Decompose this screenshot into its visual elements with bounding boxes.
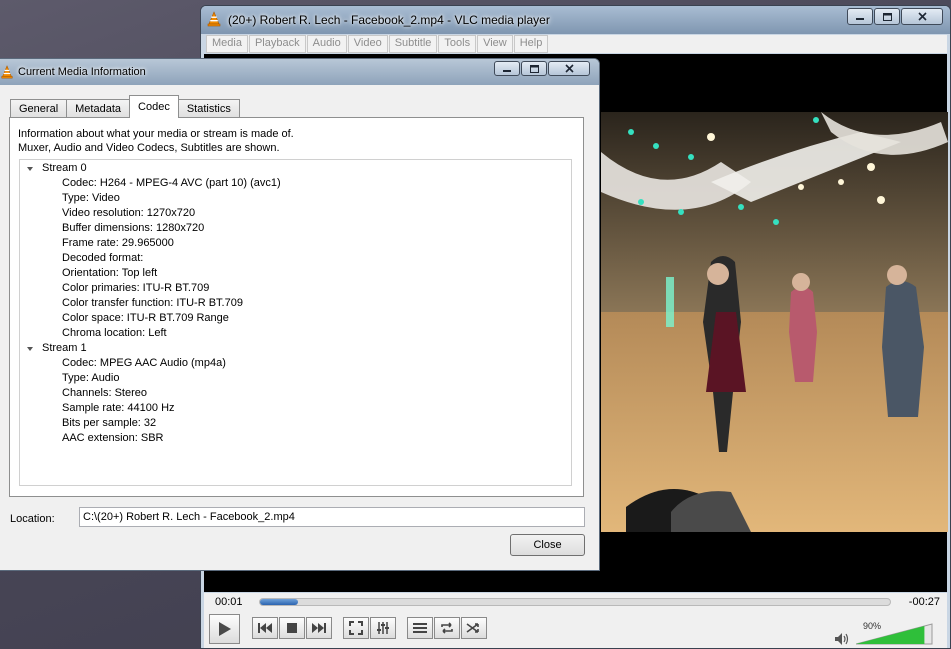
fullscreen-button[interactable] — [343, 617, 369, 639]
location-label: Location: — [10, 513, 55, 525]
expand-arrow-icon[interactable] — [26, 345, 34, 353]
vlc-cone-icon — [1, 65, 13, 79]
tab-statistics[interactable]: Statistics — [177, 99, 240, 118]
menu-media[interactable]: Media — [206, 35, 248, 53]
codec-panel: Information about what your media or str… — [9, 117, 584, 497]
stream-property: Sample rate: 44100 Hz — [62, 402, 175, 414]
stream-property: Chroma location: Left — [62, 327, 167, 339]
dialog-close-window-button[interactable] — [548, 61, 590, 76]
shuffle-icon — [466, 623, 479, 633]
stop-icon — [287, 623, 297, 633]
next-button[interactable] — [306, 617, 332, 639]
shuffle-button[interactable] — [461, 617, 487, 639]
vlc-menubar: Media Playback Audio Video Subtitle Tool… — [206, 35, 947, 53]
stream-property: Color space: ITU-R BT.709 Range — [62, 312, 229, 324]
stream-property: Bits per sample: 32 — [62, 417, 157, 429]
stream-property: Channels: Stereo — [62, 387, 147, 399]
vlc-titlebar[interactable]: (20+) Robert R. Lech - Facebook_2.mp4 - … — [201, 6, 950, 34]
minimize-icon — [503, 69, 511, 72]
close-button[interactable]: Close — [510, 534, 585, 556]
dance-hall-scene-image — [601, 112, 948, 532]
vlc-window-title: (20+) Robert R. Lech - Facebook_2.mp4 - … — [228, 13, 550, 27]
stream-property: Codec: MPEG AAC Audio (mp4a) — [62, 357, 226, 369]
menu-tools[interactable]: Tools — [438, 35, 477, 53]
skip-forward-icon — [312, 623, 326, 633]
tab-bar: General Metadata Codec Statistics — [10, 95, 240, 118]
stream-label: Stream 1 — [42, 342, 87, 354]
dialog-maximize-button[interactable] — [521, 61, 547, 76]
stream-label: Stream 0 — [42, 162, 87, 174]
dialog-body: General Metadata Codec Statistics Inform… — [0, 85, 595, 566]
menu-subtitle[interactable]: Subtitle — [388, 35, 438, 53]
volume-slider[interactable] — [856, 623, 934, 645]
tab-codec[interactable]: Codec — [129, 95, 179, 118]
menu-help[interactable]: Help — [513, 35, 549, 53]
codec-intro-line-1: Information about what your media or str… — [18, 128, 294, 140]
previous-button[interactable] — [252, 617, 278, 639]
menu-video[interactable]: Video — [347, 35, 388, 53]
stream-property: Color primaries: ITU-R BT.709 — [62, 282, 210, 294]
play-button[interactable] — [209, 614, 240, 644]
extended-settings-button[interactable] — [370, 617, 396, 639]
dialog-title: Current Media Information — [18, 66, 146, 78]
stream-property: Type: Video — [62, 192, 120, 204]
stream-property: Video resolution: 1270x720 — [62, 207, 196, 219]
stream-property: Orientation: Top left — [62, 267, 158, 279]
maximize-button[interactable] — [874, 8, 900, 25]
stream-property: Type: Audio — [62, 372, 120, 384]
loop-button[interactable] — [434, 617, 460, 639]
location-field[interactable] — [79, 507, 585, 527]
expand-arrow-icon[interactable] — [26, 165, 34, 173]
minimize-button[interactable] — [847, 8, 873, 25]
minimize-icon — [856, 17, 864, 20]
vlc-cone-icon — [207, 11, 221, 27]
codec-intro-line-2: Muxer, Audio and Video Codecs, Subtitles… — [18, 142, 280, 154]
stream-property: Decoded format: — [62, 252, 144, 264]
maximize-icon — [529, 64, 539, 73]
seek-progress-fill — [260, 599, 298, 605]
menu-audio[interactable]: Audio — [306, 35, 347, 53]
close-window-button[interactable] — [901, 8, 943, 25]
maximize-icon — [882, 12, 892, 21]
playback-controls: 00:01 -00:27 90% — [204, 593, 947, 648]
fullscreen-icon — [349, 621, 363, 635]
menu-playback[interactable]: Playback — [248, 35, 306, 53]
seek-slider[interactable] — [259, 598, 891, 606]
stop-button[interactable] — [279, 617, 305, 639]
dialog-titlebar[interactable]: Current Media Information — [0, 59, 599, 85]
play-icon — [218, 622, 231, 636]
speaker-icon[interactable] — [835, 633, 849, 645]
tab-metadata[interactable]: Metadata — [66, 99, 131, 118]
codec-tree[interactable]: Stream 0 Codec: H264 - MPEG-4 AVC (part 1… — [19, 159, 572, 486]
equalizer-sliders-icon — [377, 622, 389, 634]
tab-general[interactable]: General — [10, 99, 68, 118]
time-elapsed: 00:01 — [215, 596, 243, 608]
skip-back-icon — [258, 623, 272, 633]
close-icon — [564, 64, 574, 73]
playlist-button[interactable] — [407, 617, 433, 639]
time-remaining[interactable]: -00:27 — [909, 596, 940, 608]
stream-property: Color transfer function: ITU-R BT.709 — [62, 297, 243, 309]
video-frame — [601, 112, 948, 532]
playlist-icon — [413, 623, 427, 633]
close-icon — [917, 12, 927, 21]
loop-icon — [441, 622, 453, 634]
menu-view[interactable]: View — [477, 35, 513, 53]
stream-property: Codec: H264 - MPEG-4 AVC (part 10) (avc1… — [62, 177, 281, 189]
stream-property: Frame rate: 29.965000 — [62, 237, 174, 249]
dialog-minimize-button[interactable] — [494, 61, 520, 76]
stream-property: Buffer dimensions: 1280x720 — [62, 222, 205, 234]
media-info-dialog: Current Media Information General Metada… — [0, 58, 600, 571]
stream-property: AAC extension: SBR — [62, 432, 164, 444]
